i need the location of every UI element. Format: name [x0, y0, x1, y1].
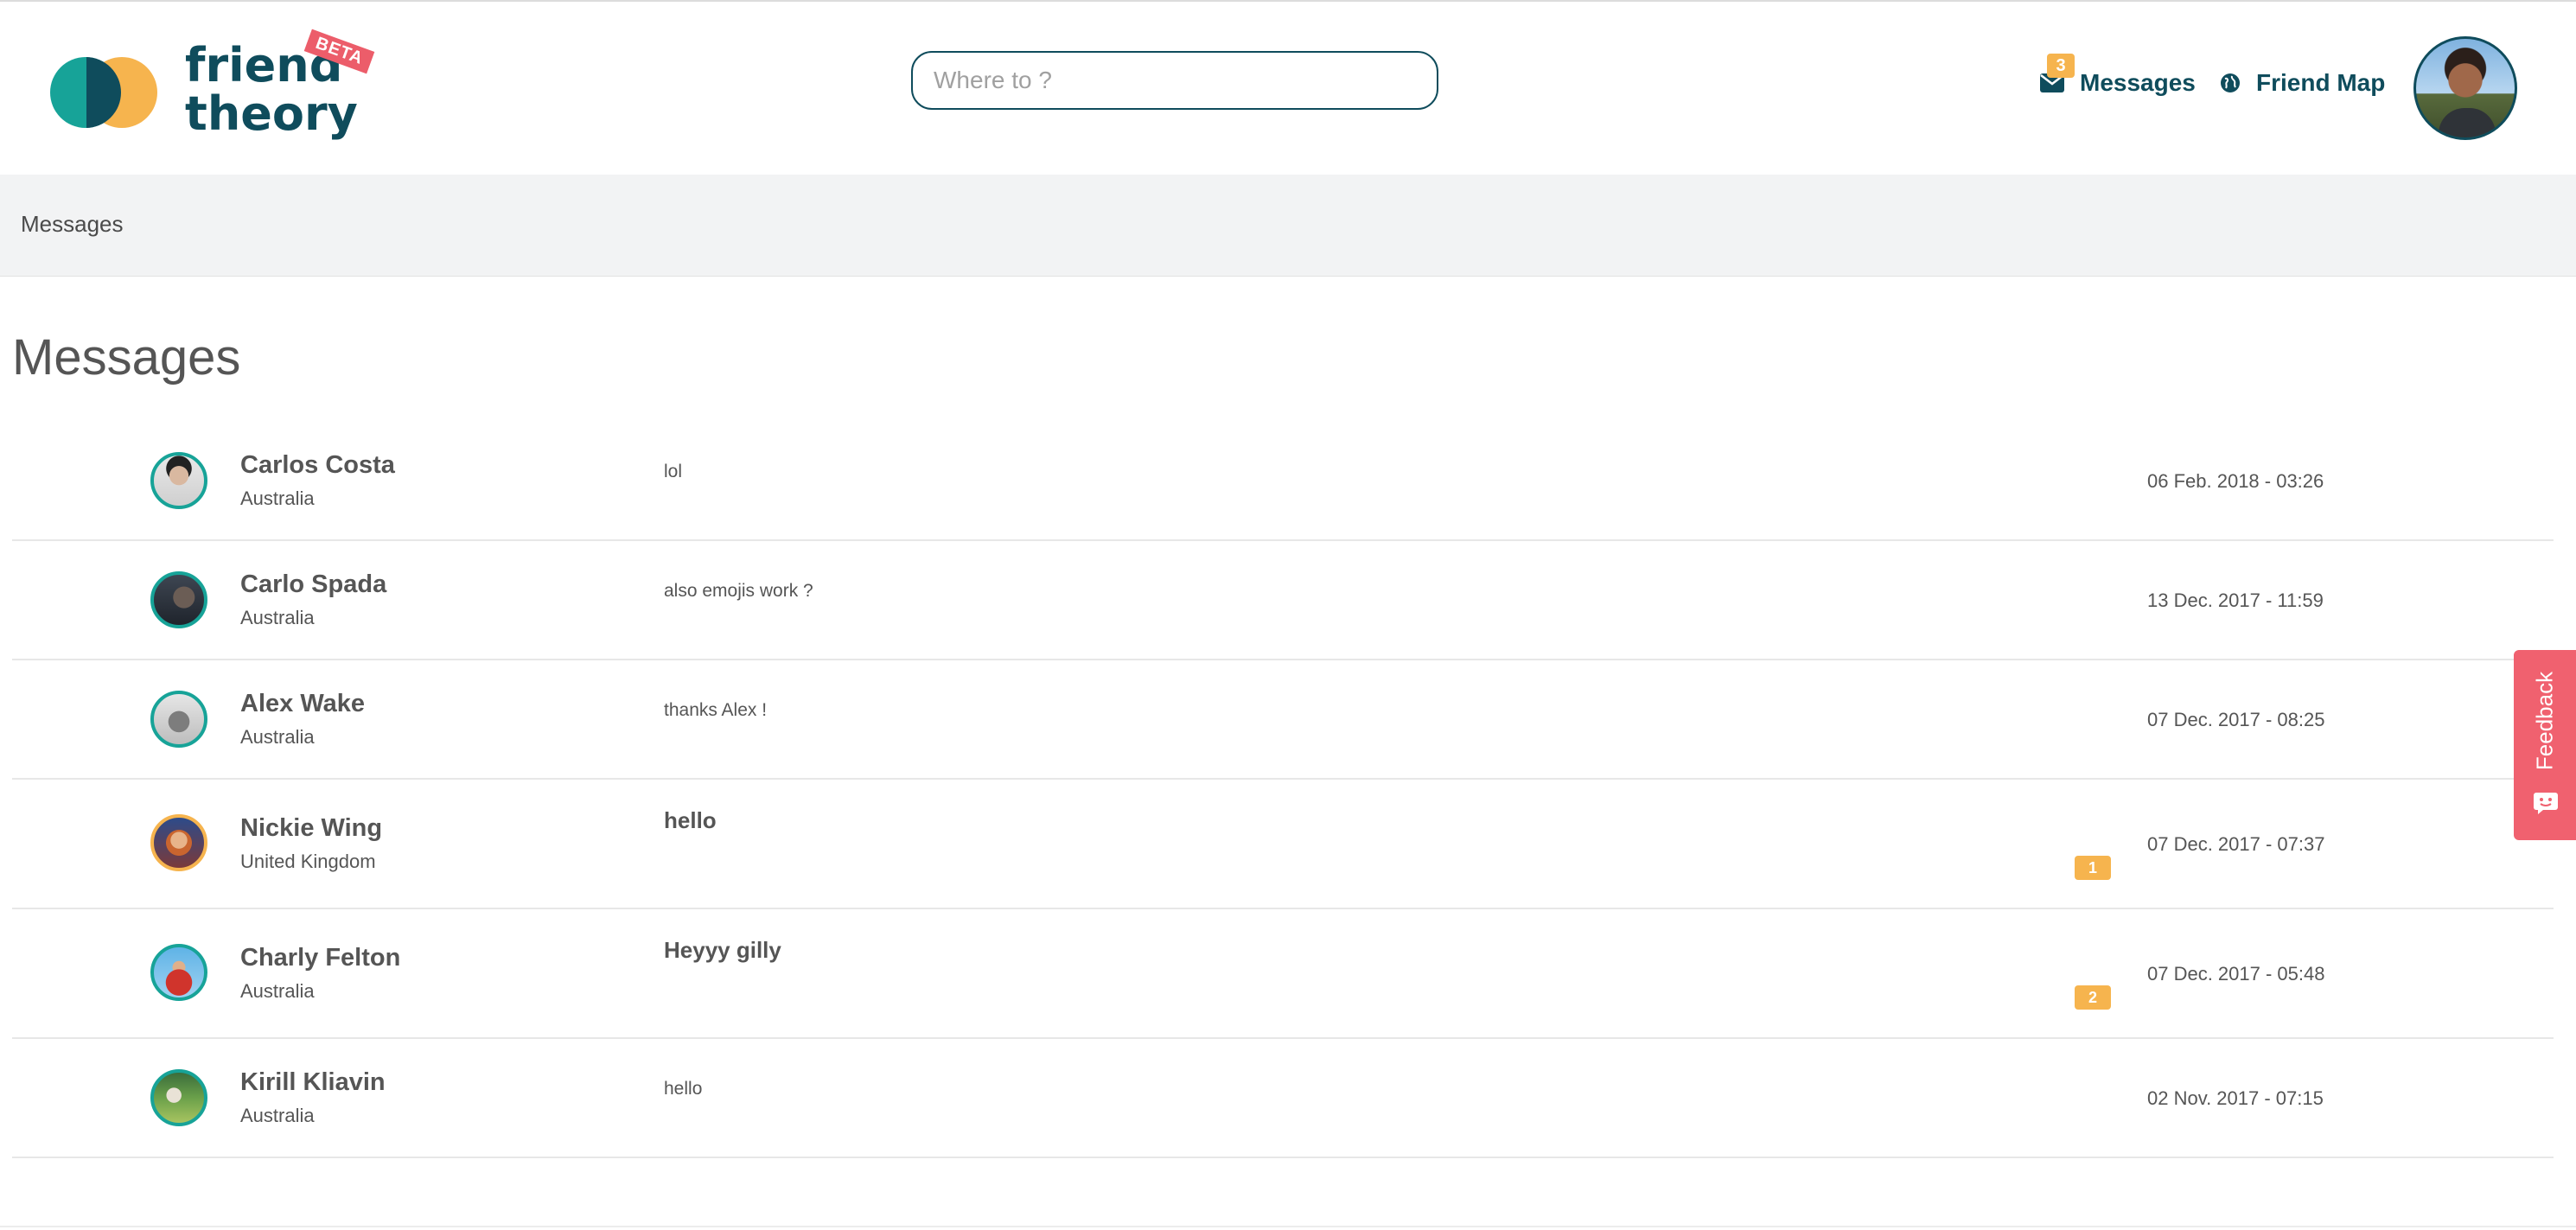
contact-name: Carlos Costa — [240, 451, 395, 479]
message-date: 13 Dec. 2017 - 11:59 — [2147, 590, 2324, 611]
conversation-row[interactable]: Carlo Spada Australia also emojis work ?… — [12, 541, 2554, 660]
feedback-label: Feedback — [2531, 671, 2558, 771]
unread-count-badge: 1 — [2075, 856, 2111, 880]
last-message: hello — [664, 1079, 703, 1099]
contact-avatar — [150, 571, 207, 628]
contact-location: Australia — [240, 726, 315, 748]
last-message: lol — [664, 462, 683, 481]
last-message: Heyyy gilly — [664, 937, 781, 963]
contact-location: Australia — [240, 980, 315, 1002]
contact-avatar — [150, 1069, 207, 1126]
unread-messages-badge: 3 — [2047, 54, 2075, 78]
breadcrumb-current: Messages — [21, 211, 124, 237]
nav-friend-map-link[interactable]: Friend Map — [2220, 66, 2385, 100]
conversation-row[interactable]: Carlos Costa Australia lol 06 Feb. 2018 … — [12, 422, 2554, 541]
breadcrumb: Messages — [0, 175, 2576, 277]
user-avatar-body — [2439, 108, 2496, 137]
contact-name: Kirill Kliavin — [240, 1068, 386, 1096]
page-title: Messages — [12, 329, 241, 386]
contact-name: Carlo Spada — [240, 570, 387, 598]
message-date: 07 Dec. 2017 - 05:48 — [2147, 963, 2325, 985]
logo-line-2: theory — [185, 86, 358, 141]
message-date: 06 Feb. 2018 - 03:26 — [2147, 470, 2324, 492]
nav-friend-map-label: Friend Map — [2256, 69, 2386, 96]
message-date: 07 Dec. 2017 - 07:37 — [2147, 833, 2325, 855]
contact-avatar — [150, 814, 207, 871]
globe-icon — [2221, 73, 2240, 92]
feedback-tab[interactable]: Feedback — [2514, 650, 2576, 840]
site-header: friend theory BETA Messages 3 Friend Map — [0, 2, 2576, 175]
message-date: 02 Nov. 2017 - 07:15 — [2147, 1087, 2324, 1109]
contact-avatar — [150, 452, 207, 509]
contact-name: Alex Wake — [240, 690, 365, 717]
contact-location: Australia — [240, 1105, 315, 1126]
contact-name: Charly Felton — [240, 944, 401, 972]
contact-location: Australia — [240, 488, 315, 509]
conversation-list: Carlos Costa Australia lol 06 Feb. 2018 … — [12, 422, 2554, 1158]
last-message: thanks Alex ! — [664, 700, 768, 720]
footer-divider — [0, 1226, 2576, 1227]
friend-theory-logo[interactable]: friend theory BETA — [50, 29, 379, 157]
chat-smile-icon — [2534, 793, 2558, 814]
contact-avatar — [150, 691, 207, 748]
last-message: hello — [664, 807, 717, 833]
unread-count-badge: 2 — [2075, 985, 2111, 1010]
message-date: 07 Dec. 2017 - 08:25 — [2147, 709, 2325, 730]
user-avatar[interactable] — [2413, 36, 2517, 140]
conversation-row[interactable]: Nickie Wing United Kingdom hello 1 07 De… — [12, 780, 2554, 909]
conversation-row[interactable]: Alex Wake Australia thanks Alex ! 07 Dec… — [12, 660, 2554, 780]
contact-name: Nickie Wing — [240, 814, 383, 842]
nav-messages-label: Messages — [2080, 69, 2196, 96]
contact-location: Australia — [240, 607, 315, 628]
last-message: also emojis work ? — [664, 581, 813, 601]
logo-circle-overlap — [86, 57, 121, 128]
contact-location: United Kingdom — [240, 851, 376, 872]
conversation-row[interactable]: Charly Felton Australia Heyyy gilly 2 07… — [12, 909, 2554, 1039]
contact-avatar — [150, 944, 207, 1001]
conversation-row[interactable]: Kirill Kliavin Australia hello 02 Nov. 2… — [12, 1039, 2554, 1158]
destination-search-input[interactable] — [911, 51, 1438, 110]
